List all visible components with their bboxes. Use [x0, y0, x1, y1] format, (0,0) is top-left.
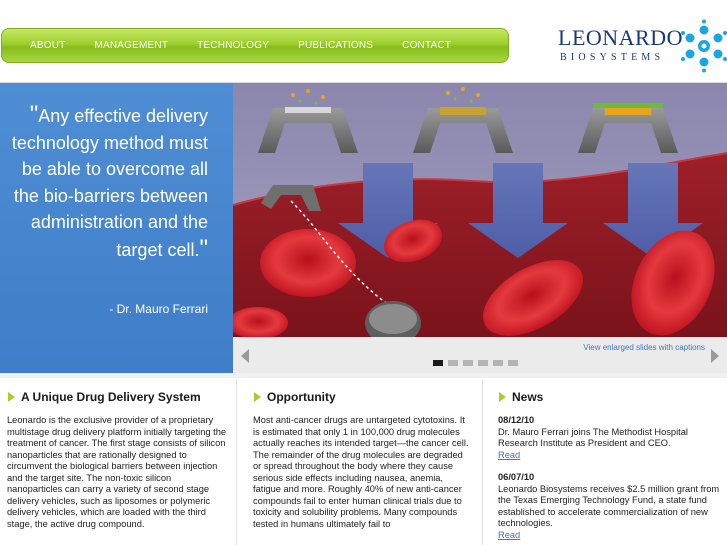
slide-dot-4[interactable]: [478, 360, 488, 366]
quote-attribution: - Dr. Mauro Ferrari: [109, 302, 208, 316]
news-item: 08/12/10 Dr. Mauro Ferrari joins The Met…: [498, 415, 727, 461]
slide-dot-2[interactable]: [448, 360, 458, 366]
news-date: 08/12/10: [498, 415, 535, 425]
news-read-link[interactable]: Read: [498, 530, 520, 540]
logo-wordmark: LEONARDO: [558, 25, 683, 50]
news-date: 06/07/10: [498, 472, 535, 482]
news-text: Leonardo Biosystems receives $2.5 millio…: [498, 483, 720, 529]
news-read-link[interactable]: Read: [498, 450, 520, 460]
opportunity-heading: Opportunity: [253, 390, 473, 404]
company-logo[interactable]: LEONARDO BIOSYSTEMS: [555, 19, 727, 73]
quote-panel: "Any effective delivery technology metho…: [0, 83, 233, 373]
news-item: 06/07/10 Leonardo Biosystems receives $2…: [498, 472, 727, 541]
nav-about[interactable]: ABOUT: [30, 40, 65, 51]
quote-open-mark: ": [29, 101, 39, 128]
opportunity-body: Most anti-cancer drugs are untargeted cy…: [253, 415, 469, 529]
nav-publications[interactable]: PUBLICATIONS: [298, 40, 373, 51]
opportunity-section: Opportunity Most anti-cancer drugs are u…: [253, 380, 473, 545]
prev-slide-arrow-icon[interactable]: [241, 349, 249, 363]
nav-contact[interactable]: CONTACT: [402, 40, 451, 51]
news-text: Dr. Mauro Ferrari joins The Methodist Ho…: [498, 426, 688, 449]
hero-slide-image[interactable]: [233, 83, 727, 337]
quote-text: "Any effective delivery technology metho…: [0, 101, 208, 263]
unique-system-section: A Unique Drug Delivery System Leonardo i…: [7, 380, 227, 545]
bullet-triangle-icon: [499, 392, 506, 402]
slideshow-controls: View enlarged slides with captions: [233, 337, 727, 373]
slide-dot-1[interactable]: [433, 360, 443, 366]
bullet-triangle-icon: [254, 392, 261, 402]
column-separator: [236, 380, 237, 545]
view-enlarged-slides-link[interactable]: View enlarged slides with captions: [583, 343, 705, 352]
main-nav: ABOUT MANAGEMENT TECHNOLOGY PUBLICATIONS…: [1, 28, 509, 63]
molecule-logo-icon: [681, 19, 727, 73]
news-section: News 08/12/10 Dr. Mauro Ferrari joins Th…: [498, 380, 727, 545]
slide-dot-6[interactable]: [508, 360, 518, 366]
logo-subtitle: BIOSYSTEMS: [560, 52, 665, 63]
content-divider: [0, 373, 727, 378]
unique-system-body: Leonardo is the exclusive provider of a …: [7, 415, 227, 529]
bullet-triangle-icon: [8, 392, 15, 402]
slide-dot-3[interactable]: [463, 360, 473, 366]
news-heading: News: [498, 390, 727, 404]
slide-pagination: [433, 360, 523, 366]
unique-system-heading: A Unique Drug Delivery System: [7, 390, 227, 404]
quote-close-mark: ": [199, 234, 208, 262]
nav-technology[interactable]: TECHNOLOGY: [197, 40, 269, 51]
slide-dot-5[interactable]: [493, 360, 503, 366]
drug-delivery-illustration: [233, 83, 727, 337]
quote-body: Any effective delivery technology method…: [11, 106, 208, 260]
column-separator: [482, 380, 483, 545]
next-slide-arrow-icon[interactable]: [711, 349, 719, 363]
nav-management[interactable]: MANAGEMENT: [94, 40, 168, 51]
